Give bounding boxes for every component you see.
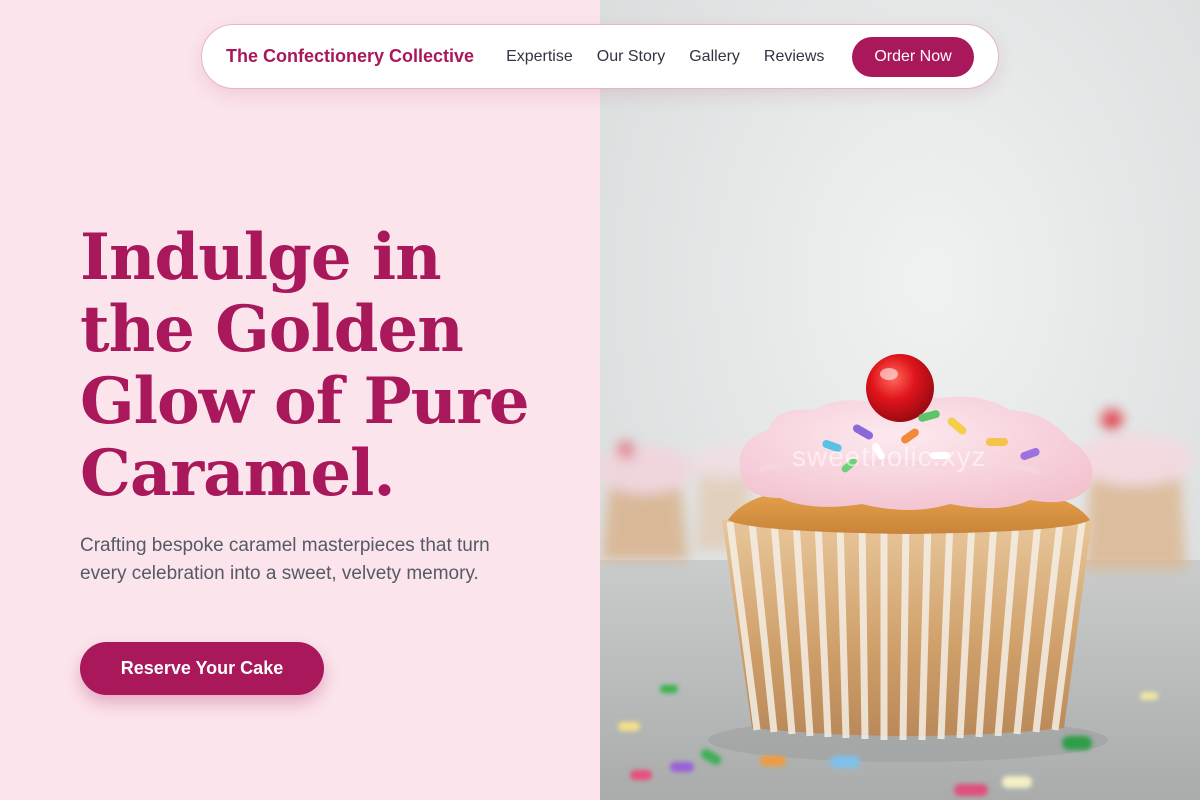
- nav-link-reviews[interactable]: Reviews: [764, 48, 824, 66]
- hero-subtitle: Crafting bespoke caramel masterpieces th…: [80, 535, 490, 584]
- brand-logo-text[interactable]: The Confectionery Collective: [226, 46, 474, 67]
- image-watermark: sweetholic.xyz: [792, 441, 987, 472]
- cupcake-image: sweetholic.xyz: [600, 0, 1200, 800]
- nav-link-our-story[interactable]: Our Story: [597, 48, 665, 66]
- top-navigation: The Confectionery Collective Expertise O…: [201, 24, 999, 89]
- hero-title: Indulge in the Golden Glow of Pure Caram…: [80, 220, 530, 511]
- hero-image-panel: sweetholic.xyz: [600, 0, 1200, 800]
- reserve-cake-button[interactable]: Reserve Your Cake: [80, 642, 324, 695]
- nav-link-gallery[interactable]: Gallery: [689, 48, 740, 66]
- nav-link-expertise[interactable]: Expertise: [506, 48, 573, 66]
- order-now-button[interactable]: Order Now: [852, 36, 974, 77]
- nav-links: Expertise Our Story Gallery Reviews: [506, 48, 848, 66]
